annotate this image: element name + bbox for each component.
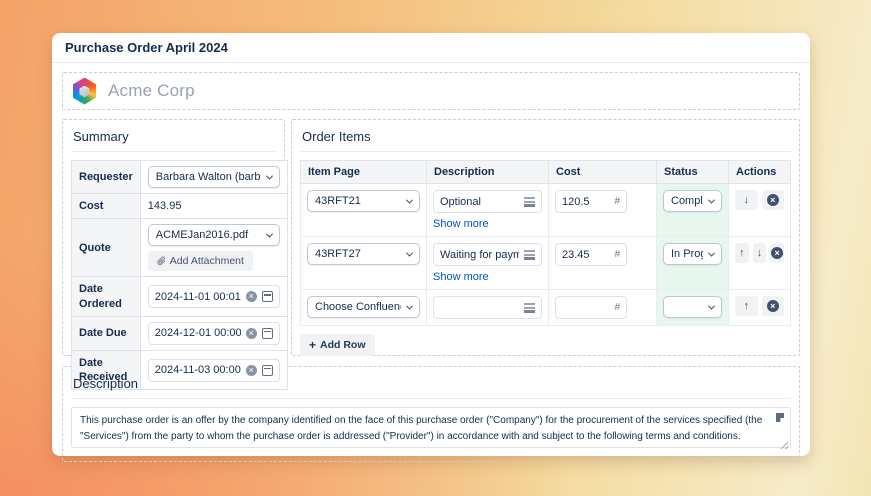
col-status: Status [657, 161, 729, 184]
paperclip-icon [157, 256, 166, 266]
company-logo-icon [72, 78, 97, 105]
number-hash-icon: # [614, 249, 620, 260]
description-input[interactable] [433, 243, 542, 266]
plus-icon: + [309, 338, 316, 352]
requester-select[interactable]: Barbara Walton (barb [148, 166, 280, 188]
cost-input[interactable]: # [555, 190, 627, 213]
quote-select[interactable]: ACMEJan2016.pdf [148, 224, 280, 246]
date-ordered-value[interactable] [155, 291, 241, 303]
date-due-value[interactable] [155, 327, 241, 339]
cost-value: 143.95 [140, 194, 287, 219]
number-hash-icon: # [614, 302, 620, 313]
rich-text-icon [524, 197, 535, 207]
item-page-select[interactable]: 43RFT27 [307, 243, 420, 265]
col-item-page: Item Page [301, 161, 427, 184]
clear-icon[interactable]: × [246, 291, 257, 302]
order-table-header-row: Item Page Description Cost Status Action… [301, 161, 791, 184]
date-ordered-label: Date Ordered [72, 277, 141, 317]
clear-icon[interactable]: × [246, 365, 257, 376]
cost-label: Cost [72, 194, 141, 219]
summary-row-requester: Requester Barbara Walton (barb [72, 161, 288, 194]
add-row-button[interactable]: + Add Row [300, 334, 375, 356]
remove-row-button[interactable]: × [762, 296, 785, 316]
chevron-down-icon [406, 249, 413, 256]
col-description: Description [427, 161, 549, 184]
company-name: Acme Corp [108, 81, 195, 101]
item-page-select[interactable]: 43RFT21 [307, 190, 420, 212]
company-header: Acme Corp [62, 72, 800, 110]
arrow-up-icon: ↑ [744, 300, 750, 312]
col-cost: Cost [549, 161, 657, 184]
order-item-row: Choose Confluence Page [301, 290, 791, 326]
summary-table: Requester Barbara Walton (barb Cost 143.… [71, 160, 288, 390]
purchase-order-window: Purchase Order April 2024 Acme Corp Summ… [52, 33, 810, 456]
show-more-link[interactable]: Show more [433, 271, 489, 283]
chevron-down-icon [708, 249, 715, 256]
order-item-row: 43RFT27 Show more [301, 237, 791, 290]
order-items-panel: Order Items Item Page Description Cost S… [291, 119, 800, 356]
page-content: Acme Corp Summary Requester Barbara Walt… [52, 63, 810, 471]
move-up-button[interactable]: ↑ [735, 243, 749, 263]
move-up-button[interactable]: ↑ [735, 296, 758, 316]
cost-input[interactable]: # [555, 243, 627, 266]
calendar-icon[interactable] [262, 328, 273, 339]
order-items-table: Item Page Description Cost Status Action… [300, 160, 791, 326]
cube-icon [79, 86, 90, 98]
col-actions: Actions [729, 161, 791, 184]
summary-row-cost: Cost 143.95 [72, 194, 288, 219]
date-due-input[interactable]: × [148, 322, 280, 345]
arrow-down-icon: ↓ [757, 247, 763, 259]
chevron-down-icon [406, 302, 413, 309]
show-more-link[interactable]: Show more [433, 218, 489, 230]
date-received-value[interactable] [155, 364, 241, 376]
rich-text-icon [524, 250, 535, 260]
arrow-up-icon: ↑ [739, 247, 745, 259]
status-select[interactable]: Completed [663, 190, 722, 212]
summary-panel: Summary Requester Barbara Walton (barb C… [62, 119, 285, 356]
status-select[interactable]: In Progress [663, 243, 722, 265]
calendar-icon[interactable] [262, 291, 273, 302]
remove-icon: × [767, 194, 779, 206]
summary-heading: Summary [71, 128, 276, 152]
status-select[interactable] [663, 296, 722, 318]
desktop-background: { "window": { "title": "Purchase Order A… [0, 0, 871, 496]
order-items-heading: Order Items [300, 128, 791, 152]
date-received-input[interactable]: × [148, 359, 280, 382]
chevron-down-icon [406, 196, 413, 203]
chevron-down-icon [266, 172, 273, 179]
summary-row-date-ordered: Date Ordered × [72, 277, 288, 317]
quote-label: Quote [72, 219, 141, 277]
move-down-button[interactable]: ↓ [753, 243, 767, 263]
rich-text-icon [524, 303, 535, 313]
arrow-down-icon: ↓ [744, 194, 750, 206]
page-title: Purchase Order April 2024 [52, 33, 810, 63]
remove-row-button[interactable]: × [770, 243, 784, 263]
chevron-down-icon [708, 196, 715, 203]
remove-icon: × [767, 300, 779, 312]
description-input[interactable] [433, 190, 542, 213]
chevron-down-icon [708, 302, 715, 309]
requester-label: Requester [72, 161, 141, 194]
cost-input[interactable]: # [555, 296, 627, 319]
chevron-down-icon [266, 230, 273, 237]
clear-icon[interactable]: × [246, 328, 257, 339]
remove-icon: × [771, 247, 783, 259]
description-textarea[interactable]: This purchase order is an offer by the c… [71, 407, 791, 448]
date-ordered-input[interactable]: × [148, 285, 280, 308]
add-attachment-button[interactable]: Add Attachment [148, 251, 253, 271]
description-input[interactable] [433, 296, 542, 319]
summary-row-quote: Quote ACMEJan2016.pdf Add Attachment [72, 219, 288, 277]
item-page-select[interactable]: Choose Confluence Page [307, 296, 420, 318]
date-due-label: Date Due [72, 316, 141, 350]
move-down-button[interactable]: ↓ [735, 190, 758, 210]
number-hash-icon: # [614, 196, 620, 207]
order-item-row: 43RFT21 Show more [301, 184, 791, 237]
summary-row-date-due: Date Due × [72, 316, 288, 350]
calendar-icon[interactable] [262, 365, 273, 376]
remove-row-button[interactable]: × [762, 190, 785, 210]
